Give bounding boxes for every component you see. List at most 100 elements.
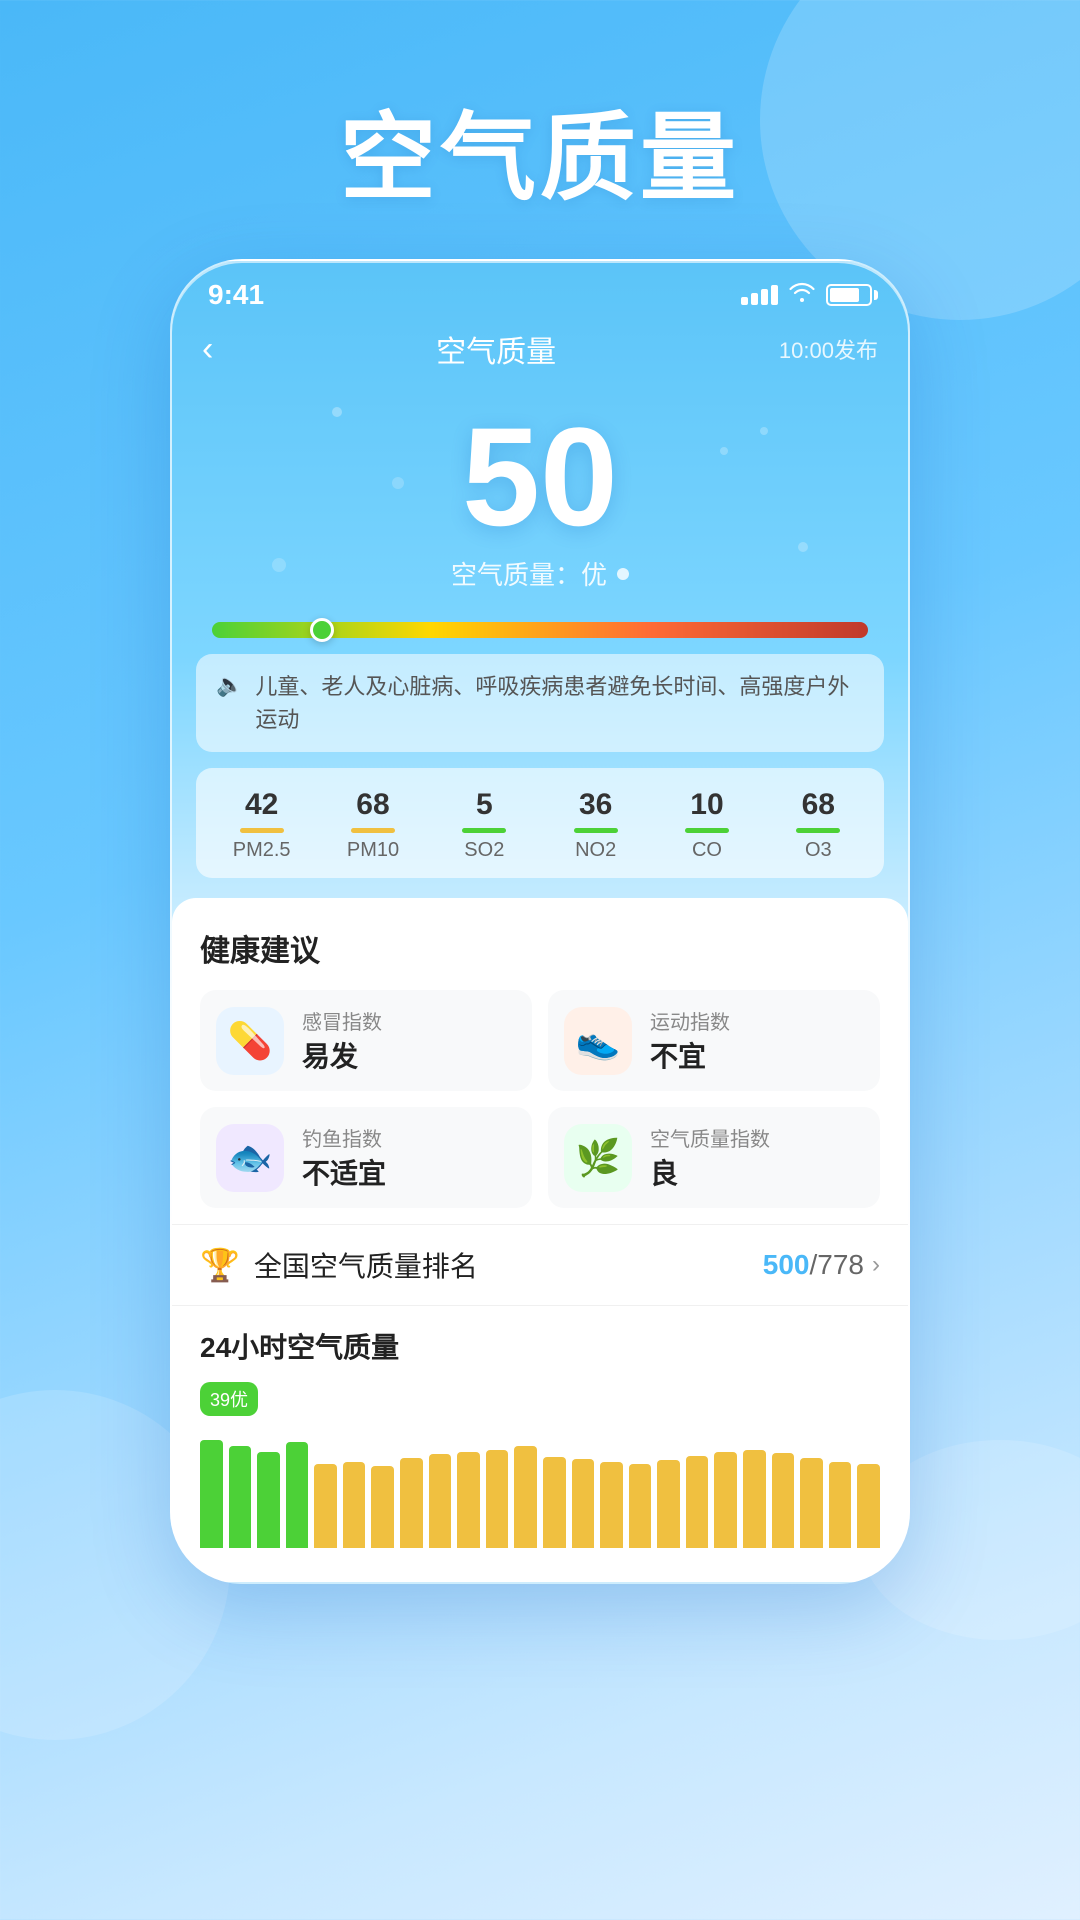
- warning-speaker-icon: 🔈: [216, 672, 243, 698]
- chart-bar-1: [229, 1446, 252, 1548]
- health-section-title: 健康建议: [200, 926, 880, 970]
- cold-info: 感冒指数 易发: [302, 1006, 382, 1075]
- aqi-status-dot: [617, 568, 629, 580]
- pollutant-so2: 5 SO2: [429, 788, 540, 862]
- chart-bar-12: [543, 1457, 566, 1548]
- pollutants-section: 42 PM2.5 68 PM10 5 SO2 36 NO2 10 CO 68 O…: [196, 768, 884, 878]
- cold-icon: 💊: [228, 1020, 273, 1062]
- chart-bar-21: [800, 1458, 823, 1548]
- health-item-airquality[interactable]: 🌿 空气质量指数 良: [548, 1107, 880, 1208]
- cold-status: 易发: [302, 1035, 382, 1075]
- ranking-section[interactable]: 🏆 全国空气质量排名 500/778 ›: [172, 1225, 908, 1306]
- chart-bar-2: [257, 1452, 280, 1548]
- exercise-icon-wrap: 👟: [564, 1007, 632, 1075]
- chart-bar-17: [686, 1456, 709, 1548]
- fishing-type: 钓鱼指数: [302, 1123, 386, 1152]
- chart-bar-20: [772, 1453, 795, 1548]
- ranking-chevron-icon: ›: [872, 1251, 880, 1279]
- pollutant-pm25: 42 PM2.5: [206, 788, 317, 862]
- fishing-status: 不适宜: [302, 1152, 386, 1192]
- pollutant-pm25-label: PM2.5: [206, 839, 317, 862]
- pollutant-no2-bar: [574, 828, 618, 833]
- ranking-current: 500: [763, 1249, 810, 1280]
- exercise-icon: 👟: [576, 1020, 621, 1062]
- ranking-icon: 🏆: [200, 1246, 240, 1284]
- pollutant-pm25-bar: [240, 828, 284, 833]
- wifi-icon: [788, 282, 816, 308]
- chart-bar-22: [829, 1462, 852, 1548]
- pollutant-o3-value: 68: [763, 788, 874, 822]
- pollutant-co-value: 10: [651, 788, 762, 822]
- aqi-section: 50 空气质量：优: [172, 387, 908, 602]
- chart-bar-8: [429, 1454, 452, 1548]
- pollutant-pm10-label: PM10: [317, 839, 428, 862]
- back-button[interactable]: ‹: [202, 330, 213, 369]
- ranking-label: 全国空气质量排名: [254, 1245, 478, 1285]
- status-time: 9:41: [208, 279, 264, 311]
- fishing-info: 钓鱼指数 不适宜: [302, 1123, 386, 1192]
- cold-icon-wrap: 💊: [216, 1007, 284, 1075]
- chart-bar-3: [286, 1442, 309, 1548]
- chart-bars: [200, 1428, 880, 1548]
- pollutant-pm10-bar: [351, 828, 395, 833]
- ranking-value: 500/778: [763, 1249, 864, 1281]
- airquality-type: 空气质量指数: [650, 1123, 770, 1152]
- fishing-icon: 🐟: [228, 1137, 273, 1179]
- pollutant-so2-bar: [462, 828, 506, 833]
- chart-badge: 39优: [200, 1382, 258, 1416]
- status-bar: 9:41: [172, 261, 908, 319]
- signal-icon: [741, 285, 778, 305]
- exercise-info: 运动指数 不宜: [650, 1006, 730, 1075]
- pollutant-pm10: 68 PM10: [317, 788, 428, 862]
- warning-text: 儿童、老人及心脏病、呼吸疾病患者避免长时间、高强度户外运动: [255, 670, 864, 736]
- aqi-progress-bar: [212, 622, 868, 638]
- cold-type: 感冒指数: [302, 1006, 382, 1035]
- aqi-label: 空气质量：优: [172, 555, 908, 592]
- nav-bar: ‹ 空气质量 10:00发布: [172, 319, 908, 387]
- chart-bar-14: [600, 1462, 623, 1548]
- pollutant-no2-value: 36: [540, 788, 651, 822]
- chart-bar-16: [657, 1460, 680, 1548]
- chart-bar-11: [514, 1446, 537, 1548]
- chart-section: 24小时空气质量 39优: [172, 1306, 908, 1558]
- health-grid: 💊 感冒指数 易发 👟 运动指数 不宜: [200, 990, 880, 1208]
- ranking-right: 500/778 ›: [763, 1249, 880, 1281]
- battery-icon: [826, 284, 872, 306]
- pollutant-no2: 36 NO2: [540, 788, 651, 862]
- white-card: 健康建议 💊 感冒指数 易发 👟 运动指数: [172, 898, 908, 1582]
- warning-box: 🔈 儿童、老人及心脏病、呼吸疾病患者避免长时间、高强度户外运动: [196, 654, 884, 752]
- fishing-icon-wrap: 🐟: [216, 1124, 284, 1192]
- pollutant-o3-bar: [796, 828, 840, 833]
- pollutant-pm25-value: 42: [206, 788, 317, 822]
- ranking-total: 778: [817, 1249, 864, 1280]
- pollutant-no2-label: NO2: [540, 839, 651, 862]
- chart-bar-7: [400, 1458, 423, 1548]
- pollutant-so2-value: 5: [429, 788, 540, 822]
- health-item-cold[interactable]: 💊 感冒指数 易发: [200, 990, 532, 1091]
- airquality-status: 良: [650, 1152, 770, 1192]
- aqi-progress-container: [172, 602, 908, 654]
- pollutant-co-label: CO: [651, 839, 762, 862]
- status-icons: [741, 282, 872, 308]
- pollutant-co: 10 CO: [651, 788, 762, 862]
- exercise-status: 不宜: [650, 1035, 730, 1075]
- health-item-fishing[interactable]: 🐟 钓鱼指数 不适宜: [200, 1107, 532, 1208]
- health-section: 健康建议 💊 感冒指数 易发 👟 运动指数: [172, 898, 908, 1225]
- chart-bar-5: [343, 1462, 366, 1548]
- pollutant-pm10-value: 68: [317, 788, 428, 822]
- airquality-icon: 🌿: [576, 1137, 621, 1179]
- progress-indicator: [310, 618, 334, 642]
- chart-bar-18: [714, 1452, 737, 1548]
- chart-bar-19: [743, 1450, 766, 1548]
- airquality-info: 空气质量指数 良: [650, 1123, 770, 1192]
- chart-bar-13: [572, 1459, 595, 1548]
- health-item-exercise[interactable]: 👟 运动指数 不宜: [548, 990, 880, 1091]
- pollutant-o3-label: O3: [763, 839, 874, 862]
- publish-time: 10:00发布: [779, 333, 878, 365]
- chart-bar-15: [629, 1464, 652, 1548]
- chart-bar-9: [457, 1452, 480, 1548]
- airquality-icon-wrap: 🌿: [564, 1124, 632, 1192]
- pollutant-o3: 68 O3: [763, 788, 874, 862]
- chart-bar-6: [371, 1466, 394, 1548]
- exercise-type: 运动指数: [650, 1006, 730, 1035]
